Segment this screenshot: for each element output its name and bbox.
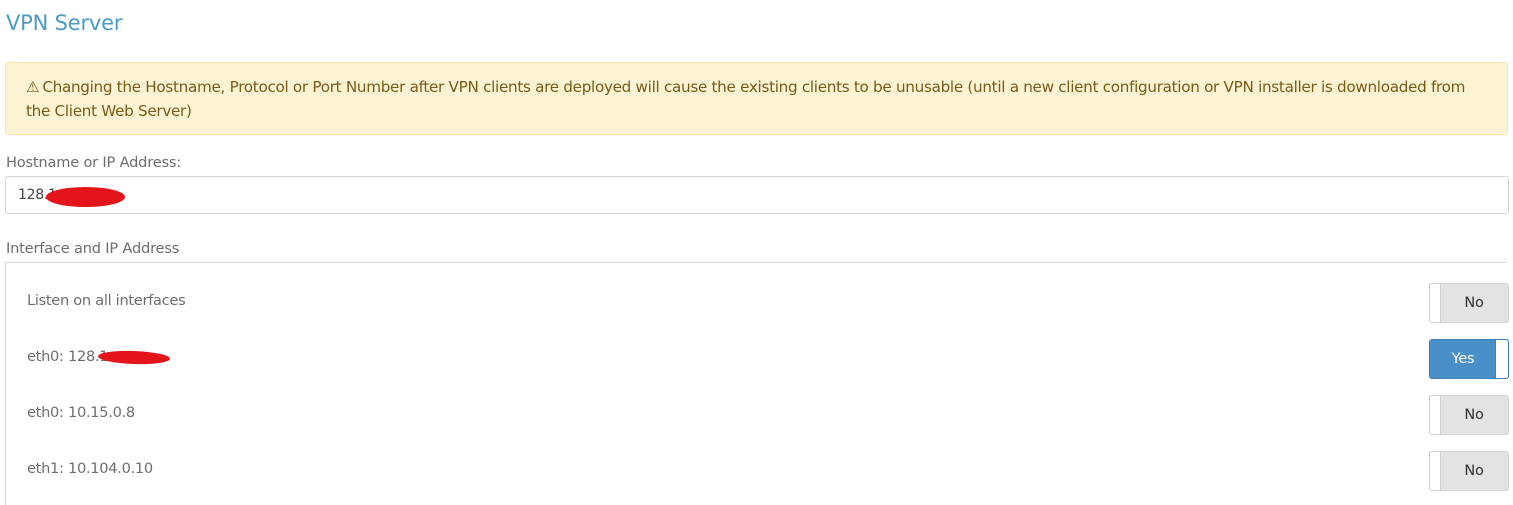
toggle-label: Yes xyxy=(1451,351,1475,367)
interfaces-panel: Listen on all interfaces No eth0: 128.1 … xyxy=(5,262,1509,505)
hostname-label: Hostname or IP Address: xyxy=(6,154,181,171)
toggle-label: No xyxy=(1464,407,1484,423)
interface-row-label: eth0: 128.1 xyxy=(27,348,109,365)
eth0-public-toggle[interactable]: Yes xyxy=(1429,339,1509,379)
interface-row-label: eth0: 10.15.0.8 xyxy=(27,404,135,421)
listen-all-toggle[interactable]: No xyxy=(1429,283,1509,323)
interface-row-label: Listen on all interfaces xyxy=(27,292,186,309)
toggle-label: No xyxy=(1464,295,1484,311)
toggle-label: No xyxy=(1464,463,1484,479)
toggle-knob xyxy=(1429,451,1441,491)
hostname-input[interactable]: 128.1 xyxy=(5,176,1509,214)
toggle-knob xyxy=(1495,339,1509,379)
interface-row-label: eth1: 10.104.0.10 xyxy=(27,460,153,477)
eth0-private-toggle[interactable]: No xyxy=(1429,395,1509,435)
warning-triangle-icon: ⚠ xyxy=(26,78,40,96)
eth1-toggle[interactable]: No xyxy=(1429,451,1509,491)
warning-alert: ⚠ Changing the Hostname, Protocol or Port… xyxy=(5,62,1508,135)
warning-text: Changing the Hostname, Protocol or Port … xyxy=(26,78,1466,120)
page-title: VPN Server xyxy=(6,11,123,35)
toggle-knob xyxy=(1429,395,1441,435)
redaction-mark xyxy=(97,349,171,366)
redaction-mark xyxy=(46,187,125,207)
toggle-knob xyxy=(1429,283,1441,323)
vpn-server-page: VPN Server ⚠ Changing the Hostname, Proto… xyxy=(0,0,1513,505)
interfaces-label: Interface and IP Address xyxy=(6,240,180,257)
